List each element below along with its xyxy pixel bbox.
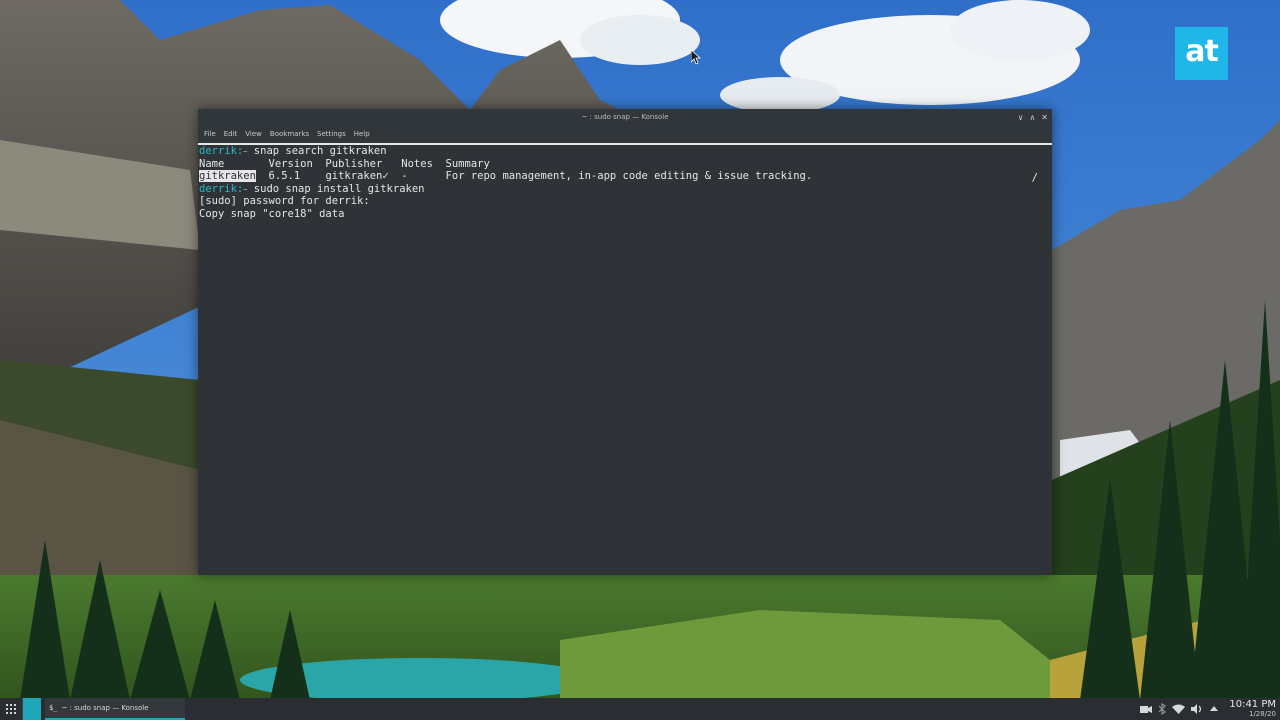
close-button[interactable]: ✕ — [1041, 109, 1048, 126]
menu-settings[interactable]: Settings — [313, 126, 350, 143]
terminal-icon: $_ — [49, 704, 58, 712]
menu-bookmarks[interactable]: Bookmarks — [266, 126, 313, 143]
camera-icon[interactable] — [1140, 704, 1153, 714]
app-grid-icon[interactable] — [0, 698, 22, 720]
terminal-line: derrik:~ sudo snap install gitkraken — [199, 183, 1051, 196]
window-titlebar[interactable]: ~ : sudo snap — Konsole ∨ ∧ ✕ — [198, 109, 1052, 126]
menu-view[interactable]: View — [241, 126, 266, 143]
clock[interactable]: 10:41 PM 1/28/20 — [1225, 700, 1276, 718]
terminal-area[interactable]: derrik:~ snap search gitkraken Name Vers… — [198, 145, 1052, 575]
menu-help[interactable]: Help — [350, 126, 374, 143]
taskbar: $_ ~ : sudo snap — Konsole 10:41 PM 1/28… — [0, 698, 1280, 720]
mouse-cursor-icon — [691, 50, 701, 65]
terminal-line: Name Version Publisher Notes Summary — [199, 157, 490, 170]
terminal-line: derrik:~ snap search gitkraken — [199, 145, 1051, 158]
terminal-line: Copy snap "core18" data — [199, 207, 345, 220]
system-tray: 10:41 PM 1/28/20 — [1140, 698, 1280, 720]
result-details: 6.5.1 gitkraken✓ - For repo management, … — [255, 170, 813, 183]
prompt-user: derrik: — [199, 145, 244, 157]
window-title: ~ : sudo snap — Konsole — [581, 113, 669, 121]
terminal-line: [sudo] password for derrik: — [199, 195, 370, 208]
menu-file[interactable]: File — [200, 126, 220, 143]
selected-text: gitkraken — [199, 170, 256, 183]
clock-time: 10:41 PM — [1229, 699, 1276, 710]
bluetooth-icon[interactable] — [1158, 703, 1167, 715]
app-grid-icon-graphic — [6, 704, 16, 714]
minimize-button[interactable]: ∨ — [1018, 109, 1024, 126]
konsole-window[interactable]: ~ : sudo snap — Konsole ∨ ∧ ✕ File Edit … — [198, 109, 1052, 575]
clock-date: 1/28/20 — [1249, 710, 1276, 718]
wifi-icon[interactable] — [1172, 704, 1186, 714]
terminal-line: gitkraken 6.5.1 gitkraken✓ - For repo ma… — [199, 170, 1051, 183]
taskbar-item-konsole[interactable]: $_ ~ : sudo snap — Konsole — [45, 698, 185, 720]
command-text: sudo snap install gitkraken — [247, 182, 425, 195]
task-label: ~ : sudo snap — Konsole — [61, 704, 149, 712]
menu-bar: File Edit View Bookmarks Settings Help — [198, 126, 1052, 145]
window-controls: ∨ ∧ ✕ — [1018, 109, 1048, 126]
menu-edit[interactable]: Edit — [220, 126, 242, 143]
progress-spinner: / — [1031, 172, 1038, 184]
command-text: snap search gitkraken — [247, 145, 387, 157]
prompt-user: derrik: — [199, 182, 244, 195]
chevron-up-icon[interactable] — [1209, 704, 1219, 714]
brand-logo: at — [1175, 27, 1228, 80]
maximize-button[interactable]: ∧ — [1029, 109, 1035, 126]
desktop-pager[interactable] — [22, 698, 41, 720]
volume-icon[interactable] — [1191, 704, 1203, 714]
